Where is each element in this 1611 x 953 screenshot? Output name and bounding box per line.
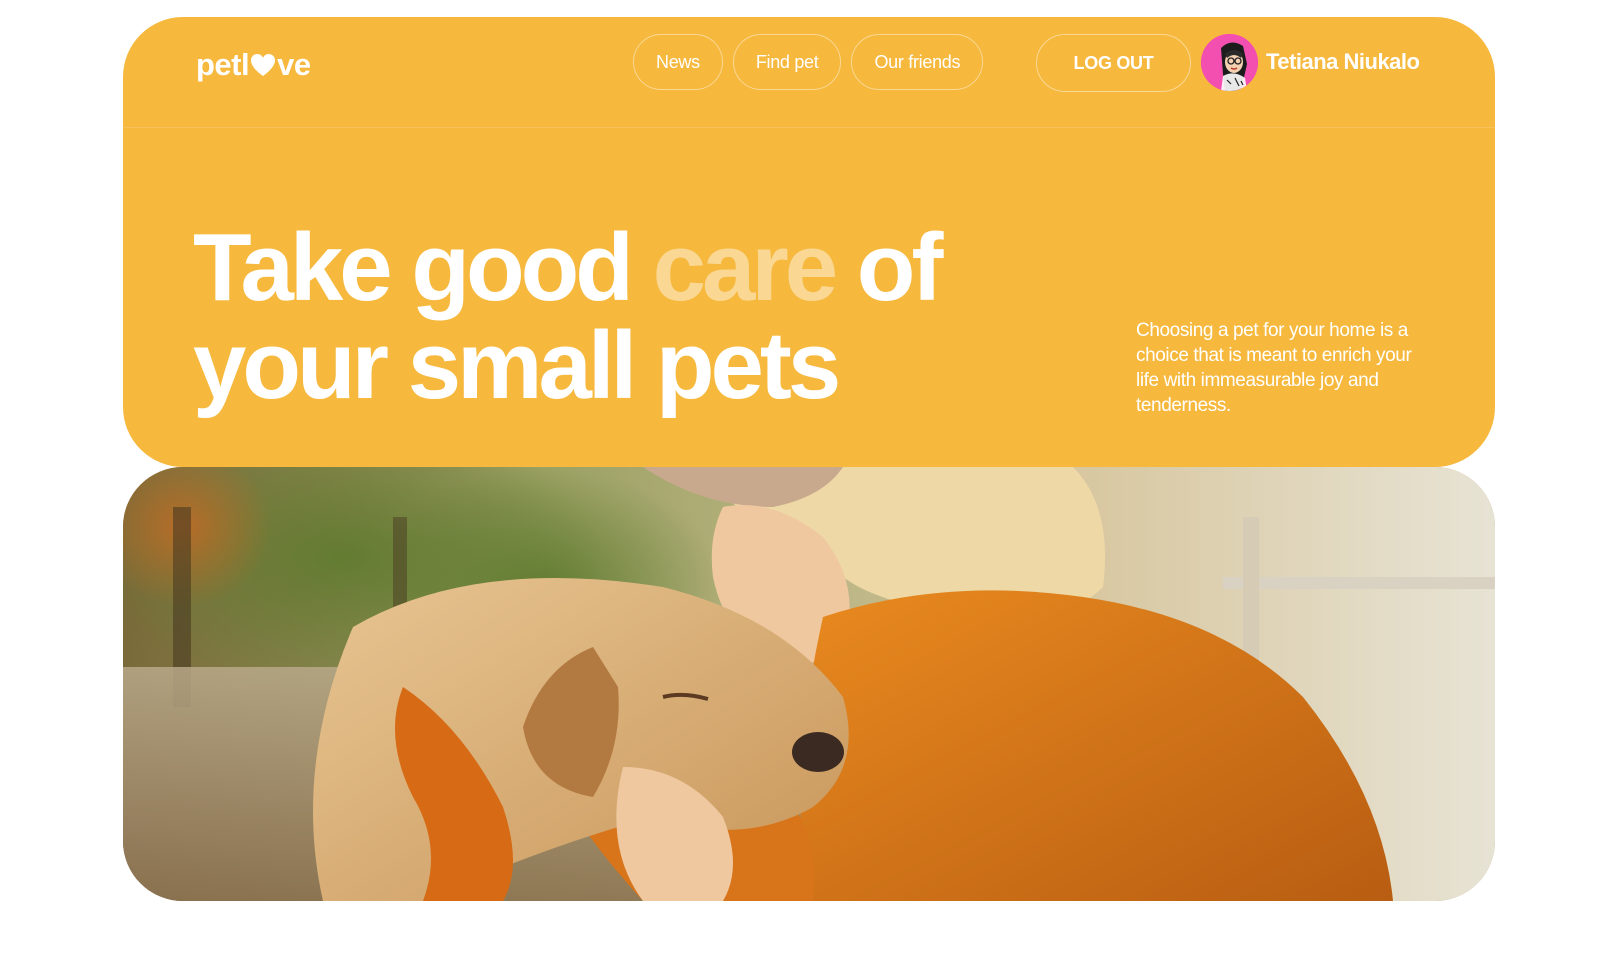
headline-part1: Take good — [193, 214, 653, 321]
avatar-illustration — [1201, 34, 1258, 91]
hero-photo — [123, 467, 1495, 901]
logout-button[interactable]: LOG OUT — [1036, 34, 1191, 92]
hero-card: petl ve News Find pet Our friends LOG OU… — [123, 17, 1495, 467]
hero-headline: Take good care of your small pets — [193, 219, 943, 415]
hero-intro: Choosing a pet for your home is a choice… — [1136, 320, 1412, 416]
site-header: petl ve News Find pet Our friends LOG OU… — [123, 17, 1495, 128]
headline-part2: of — [834, 214, 944, 321]
logo-text-end: ve — [277, 47, 311, 82]
main-nav: News Find pet Our friends — [633, 34, 984, 90]
heart-icon — [251, 53, 276, 76]
user-name[interactable]: Tetiana Niukalo — [1266, 49, 1420, 75]
logo[interactable]: petl ve — [196, 49, 311, 80]
headline-highlight: care — [652, 214, 839, 321]
nav-find-pet[interactable]: Find pet — [732, 34, 842, 90]
nav-our-friends[interactable]: Our friends — [851, 34, 984, 90]
logo-text-start: petl — [196, 47, 250, 82]
user-avatar[interactable] — [1201, 34, 1258, 91]
nav-news[interactable]: News — [633, 34, 723, 90]
headline-line2: your small pets — [193, 312, 841, 419]
woman-kissing-dog-photo — [123, 467, 1495, 901]
